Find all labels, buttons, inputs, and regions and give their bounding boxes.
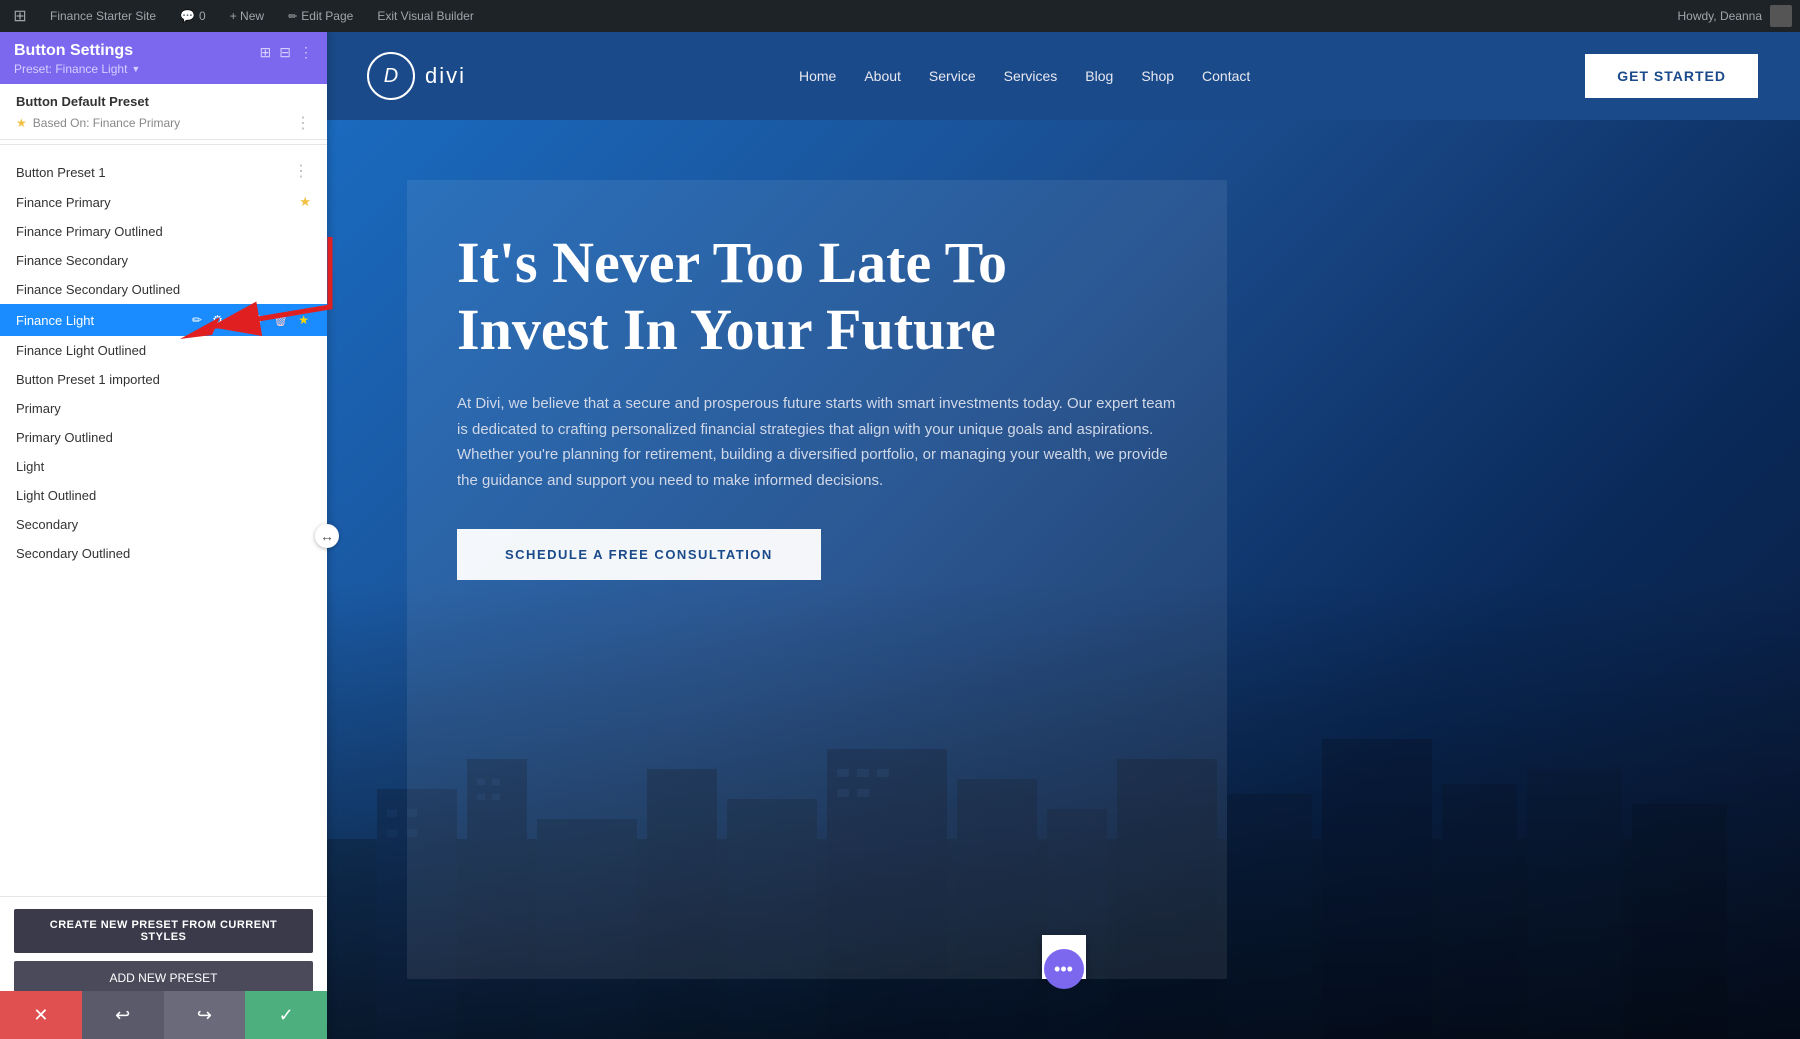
nav-link-contact[interactable]: Contact [1202, 68, 1250, 84]
sidebar-header: Button Settings Preset: Finance Light ▼ … [0, 32, 327, 84]
based-on-row: ★ Based On: Finance Primary ⋮ [16, 113, 311, 133]
preset-item-primary[interactable]: Primary [0, 394, 327, 423]
resize-handle[interactable]: ↔ [315, 524, 339, 548]
preset-item-finance-primary[interactable]: Finance Primary ★ [0, 187, 327, 217]
nav-link-home[interactable]: Home [799, 68, 836, 84]
preset-item-finance-light[interactable]: Finance Light ✏ ⚙ ⬆ ⬇ 🗑 ★ [0, 304, 327, 336]
wp-icon[interactable]: ⊞ [8, 4, 32, 28]
nav-link-service[interactable]: Service [929, 68, 976, 84]
nav-link-blog[interactable]: Blog [1085, 68, 1113, 84]
user-avatar[interactable] [1770, 5, 1792, 27]
admin-bar: ⊞ Finance Starter Site 💬 0 + New ✏ Edit … [0, 0, 1800, 32]
hero-body-text: At Divi, we believe that a secure and pr… [457, 391, 1177, 493]
based-on-text: Based On: Finance Primary [33, 116, 180, 130]
preset-list: Button Preset 1 ⋮ Finance Primary ★ Fina… [0, 149, 327, 896]
list-divider [0, 144, 327, 145]
hero-text-area: It's Never Too Late To Invest In Your Fu… [407, 180, 1227, 979]
sidebar-panel: Button Settings Preset: Finance Light ▼ … [0, 32, 327, 1039]
admin-bar-comments[interactable]: 💬 0 [174, 0, 212, 32]
settings-preset-icon[interactable]: ⚙ [210, 311, 225, 329]
main-layout: Button Settings Preset: Finance Light ▼ … [0, 32, 1800, 1039]
based-on-star-icon: ★ [16, 116, 27, 130]
preset-item-primary-outlined[interactable]: Primary Outlined [0, 423, 327, 452]
preset-name: Secondary Outlined [16, 546, 311, 561]
hero-heading: It's Never Too Late To Invest In Your Fu… [457, 230, 1177, 363]
upload-preset-icon[interactable]: ⬆ [231, 311, 245, 329]
preset-name: Button Preset 1 imported [16, 372, 311, 387]
cancel-button[interactable]: ✕ [0, 991, 82, 1039]
more-options-button[interactable]: ••• [1044, 949, 1084, 989]
preset-name: Finance Light [16, 313, 190, 328]
undo-button[interactable]: ↩ [82, 991, 164, 1039]
logo-circle: D [367, 52, 415, 100]
preset-name: Light Outlined [16, 488, 311, 503]
cancel-icon: ✕ [33, 1005, 48, 1026]
add-preset-button[interactable]: ADD NEW PRESET [14, 961, 313, 995]
nav-cta-button[interactable]: GET STARTED [1583, 52, 1760, 100]
sidebar-header-icons: ⊞ ⊟ ⋮ [260, 44, 313, 61]
admin-bar-new[interactable]: + New [224, 0, 270, 32]
preset-item-secondary-outlined[interactable]: Secondary Outlined [0, 539, 327, 568]
preset-name: Finance Secondary [16, 253, 311, 268]
admin-bar-exit-builder[interactable]: Exit Visual Builder [371, 0, 480, 32]
preset-star-icon: ★ [299, 194, 311, 210]
preset-item-button-preset-1[interactable]: Button Preset 1 ⋮ [0, 157, 327, 187]
admin-bar-site-name[interactable]: Finance Starter Site [44, 0, 162, 32]
preset-name: Finance Secondary Outlined [16, 282, 311, 297]
preset-name: Primary Outlined [16, 430, 311, 445]
preset-name: Finance Primary Outlined [16, 224, 311, 239]
more-options-icon[interactable]: ⋮ [299, 44, 313, 61]
save-button[interactable]: ✓ [245, 991, 327, 1039]
responsive-icon[interactable]: ⊞ [260, 44, 272, 61]
logo-letter: D [384, 65, 398, 88]
more-options-icon: ••• [1054, 959, 1073, 980]
preset-name: Finance Light Outlined [16, 343, 311, 358]
redo-button[interactable]: ↪ [164, 991, 246, 1039]
site-logo: D divi [367, 52, 466, 100]
logo-text: divi [425, 63, 466, 89]
undo-icon: ↩ [115, 1005, 130, 1026]
create-preset-button[interactable]: CREATE NEW PRESET FROM CURRENT STYLES [14, 909, 313, 953]
redo-icon: ↪ [197, 1005, 212, 1026]
hero-section: It's Never Too Late To Invest In Your Fu… [327, 120, 1800, 1039]
preset-item-button-preset-1-imported[interactable]: Button Preset 1 imported [0, 365, 327, 394]
nav-link-services[interactable]: Services [1004, 68, 1058, 84]
main-content: D divi Home About Service Services Blog … [327, 32, 1800, 1039]
nav-links: Home About Service Services Blog Shop Co… [799, 68, 1250, 84]
star-preset-icon[interactable]: ★ [296, 311, 311, 329]
admin-bar-right: Howdy, Deanna [1678, 5, 1793, 27]
preset-name: Secondary [16, 517, 311, 532]
panel-title: Button Settings [14, 42, 140, 60]
preset-item-finance-secondary-outlined[interactable]: Finance Secondary Outlined [0, 275, 327, 304]
preset-action-icons: ✏ ⚙ ⬆ ⬇ 🗑 ★ [190, 311, 311, 329]
preset-item-light-outlined[interactable]: Light Outlined [0, 481, 327, 510]
layout-icon[interactable]: ⊟ [279, 44, 291, 61]
download-preset-icon[interactable]: ⬇ [251, 311, 265, 329]
nav-link-shop[interactable]: Shop [1141, 68, 1174, 84]
current-preset-label[interactable]: Preset: Finance Light ▼ [14, 62, 140, 76]
preset-item-finance-light-outlined[interactable]: Finance Light Outlined [0, 336, 327, 365]
preset-item-secondary[interactable]: Secondary [0, 510, 327, 539]
hero-cta-button[interactable]: SCHEDULE A FREE CONSULTATION [457, 529, 821, 580]
preset-name: Light [16, 459, 311, 474]
default-preset-title: Button Default Preset [16, 94, 311, 109]
preset-item-finance-secondary[interactable]: Finance Secondary [0, 246, 327, 275]
nav-link-about[interactable]: About [864, 68, 901, 84]
default-preset-more-icon[interactable]: ⋮ [295, 113, 311, 133]
bottom-action-bar: ✕ ↩ ↪ ✓ [0, 991, 327, 1039]
default-preset-section: Button Default Preset ★ Based On: Financ… [0, 84, 327, 140]
preset-name: Finance Primary [16, 195, 295, 210]
preset-item-light[interactable]: Light [0, 452, 327, 481]
edit-preset-icon[interactable]: ✏ [190, 311, 204, 329]
preset-name: Primary [16, 401, 311, 416]
preset-name: Button Preset 1 [16, 165, 291, 180]
preset-more-icon[interactable]: ⋮ [291, 164, 311, 180]
hero-content-wrapper: It's Never Too Late To Invest In Your Fu… [327, 120, 1800, 1039]
site-navigation: D divi Home About Service Services Blog … [327, 32, 1800, 120]
admin-bar-edit-page[interactable]: ✏ Edit Page [282, 0, 359, 32]
preset-item-finance-primary-outlined[interactable]: Finance Primary Outlined [0, 217, 327, 246]
delete-preset-icon[interactable]: 🗑 [271, 311, 290, 329]
sidebar-header-left: Button Settings Preset: Finance Light ▼ [14, 42, 140, 76]
save-icon: ✓ [279, 1005, 294, 1026]
